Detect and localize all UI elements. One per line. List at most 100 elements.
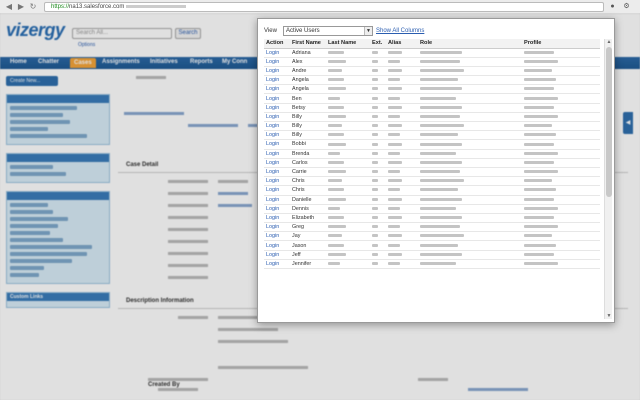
- address-bar[interactable]: https://na13.salesforce.com: [44, 2, 604, 12]
- cell-profile: [522, 167, 600, 178]
- cell-ext: [370, 213, 386, 224]
- cell-ext-blurred: [372, 78, 378, 82]
- cell-role-blurred: [420, 105, 462, 109]
- column-header-first-name[interactable]: First Name: [290, 39, 326, 49]
- login-link[interactable]: Login: [264, 250, 290, 260]
- view-select[interactable]: Active Users ▼: [283, 26, 373, 36]
- extension-icon[interactable]: ●: [608, 2, 617, 11]
- login-link[interactable]: Login: [264, 130, 290, 141]
- column-header-alias[interactable]: Alias: [386, 39, 418, 49]
- cell-alias-blurred: [388, 197, 402, 201]
- login-link[interactable]: Login: [264, 103, 290, 113]
- forward-icon[interactable]: ▶: [16, 2, 26, 12]
- cell-alias: [386, 213, 418, 224]
- table-row: Login Chris: [264, 176, 600, 187]
- cell-ext-blurred: [372, 234, 378, 238]
- cell-ext: [370, 84, 386, 95]
- wrench-icon[interactable]: ⚙: [622, 2, 631, 11]
- table-row: Login Greg: [264, 222, 600, 233]
- cell-role: [418, 48, 522, 58]
- cell-profile: [522, 84, 600, 95]
- column-header-profile[interactable]: Profile: [522, 39, 600, 49]
- login-link[interactable]: Login: [264, 93, 290, 104]
- scrollbar-thumb[interactable]: [606, 47, 612, 197]
- table-row: Login Andre: [264, 66, 600, 77]
- cell-profile: [522, 195, 600, 205]
- cell-first-name: Carlos: [290, 158, 326, 168]
- login-link[interactable]: Login: [264, 176, 290, 187]
- cell-ext-blurred: [372, 179, 378, 183]
- cell-role-blurred: [420, 160, 462, 164]
- cell-ext: [370, 149, 386, 159]
- login-link[interactable]: Login: [264, 204, 290, 214]
- cell-role-blurred: [420, 216, 462, 220]
- cell-last-name: [326, 66, 370, 77]
- login-link[interactable]: Login: [264, 167, 290, 178]
- cell-profile: [522, 259, 600, 270]
- cell-alias: [386, 112, 418, 123]
- column-header-role[interactable]: Role: [418, 39, 522, 49]
- column-header-action[interactable]: Action: [264, 39, 290, 49]
- cell-profile-blurred: [524, 234, 552, 238]
- login-link[interactable]: Login: [264, 48, 290, 58]
- login-link[interactable]: Login: [264, 112, 290, 123]
- reload-icon[interactable]: ↻: [28, 2, 38, 12]
- cell-ext-blurred: [372, 87, 378, 91]
- login-link[interactable]: Login: [264, 213, 290, 224]
- login-link[interactable]: Login: [264, 240, 290, 251]
- cell-first-name: Dennis: [290, 204, 326, 214]
- cell-ext: [370, 57, 386, 67]
- cell-alias: [386, 57, 418, 67]
- login-link[interactable]: Login: [264, 84, 290, 95]
- login-link[interactable]: Login: [264, 139, 290, 150]
- table-row: Login Brenda: [264, 149, 600, 159]
- cell-profile: [522, 93, 600, 104]
- cell-ext-blurred: [372, 105, 378, 109]
- cell-first-name: Angela: [290, 75, 326, 86]
- cell-role: [418, 149, 522, 159]
- cell-role-blurred: [420, 78, 458, 82]
- cell-alias-blurred: [388, 133, 400, 137]
- cell-profile-blurred: [524, 87, 554, 91]
- cell-role: [418, 204, 522, 214]
- view-label: View: [264, 28, 277, 34]
- login-link[interactable]: Login: [264, 195, 290, 205]
- cell-role: [418, 93, 522, 104]
- cell-ext: [370, 103, 386, 113]
- cell-first-name: Elizabeth: [290, 213, 326, 224]
- cell-last-name-blurred: [328, 105, 344, 109]
- scroll-down-icon[interactable]: ▼: [605, 313, 613, 319]
- column-header-ext[interactable]: Ext.: [370, 39, 386, 49]
- login-link[interactable]: Login: [264, 66, 290, 77]
- cell-ext: [370, 48, 386, 58]
- cell-first-name: Chris: [290, 185, 326, 196]
- cell-last-name-blurred: [328, 69, 342, 73]
- show-all-columns-link[interactable]: Show All Columns: [376, 28, 424, 34]
- users-table-body: Login Adriana Login Alex Login Andre Login Ange…: [264, 48, 600, 270]
- login-link[interactable]: Login: [264, 231, 290, 242]
- cell-alias-blurred: [388, 206, 400, 210]
- cell-alias: [386, 130, 418, 141]
- login-link[interactable]: Login: [264, 149, 290, 159]
- cell-role-blurred: [420, 206, 456, 210]
- login-link[interactable]: Login: [264, 75, 290, 86]
- login-link[interactable]: Login: [264, 222, 290, 233]
- cell-last-name-blurred: [328, 216, 344, 220]
- popup-scrollbar[interactable]: ▲ ▼: [604, 39, 612, 319]
- login-link[interactable]: Login: [264, 121, 290, 132]
- back-icon[interactable]: ◀: [4, 2, 14, 12]
- table-row: Login Jason: [264, 240, 600, 251]
- cell-profile-blurred: [524, 252, 554, 256]
- login-link[interactable]: Login: [264, 158, 290, 168]
- cell-alias: [386, 158, 418, 168]
- login-link[interactable]: Login: [264, 57, 290, 67]
- cell-role: [418, 66, 522, 77]
- cell-alias: [386, 231, 418, 242]
- scroll-up-icon[interactable]: ▲: [605, 39, 613, 45]
- cell-alias: [386, 84, 418, 95]
- login-link[interactable]: Login: [264, 185, 290, 196]
- cell-alias: [386, 93, 418, 104]
- cell-last-name-blurred: [328, 179, 342, 183]
- column-header-last-name[interactable]: Last Name: [326, 39, 370, 49]
- login-link[interactable]: Login: [264, 259, 290, 270]
